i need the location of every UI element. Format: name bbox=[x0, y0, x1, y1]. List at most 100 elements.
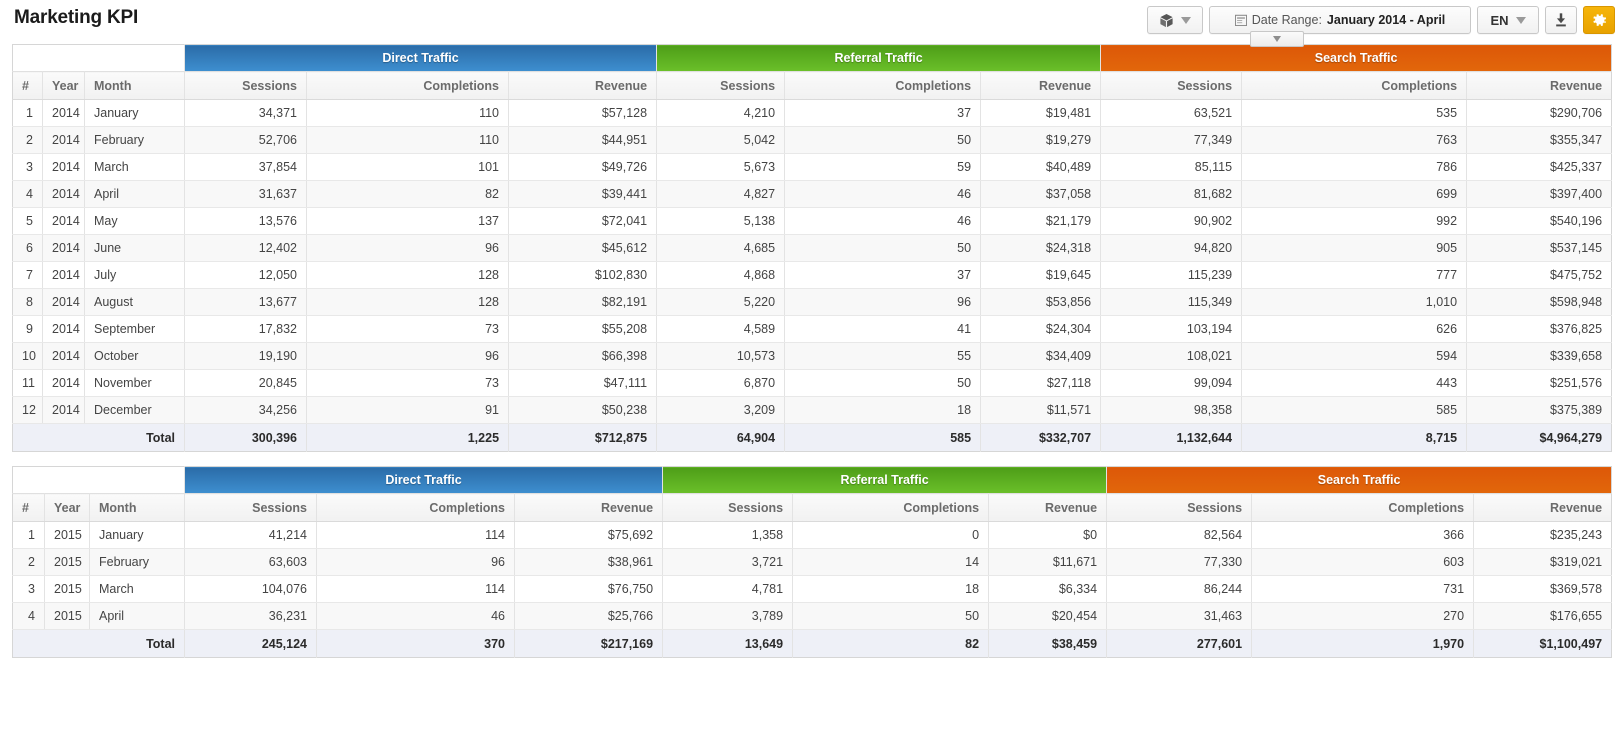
table-row[interactable]: 52014May13,576137$72,0415,13846$21,17990… bbox=[13, 208, 1612, 235]
cell-search-revenue: $540,196 bbox=[1467, 208, 1612, 235]
cell-direct-revenue: $72,041 bbox=[509, 208, 657, 235]
column-header-row: # Year Month Sessions Completions Revenu… bbox=[13, 72, 1612, 100]
date-range-button[interactable]: Date Range: January 2014 - April bbox=[1209, 6, 1471, 34]
table-row[interactable]: 72014July12,050128$102,8304,86837$19,645… bbox=[13, 262, 1612, 289]
kpi-table-2014: Direct Traffic Referral Traffic Search T… bbox=[12, 44, 1612, 452]
col-direct-sessions[interactable]: Sessions bbox=[185, 72, 307, 100]
export-menu-button[interactable] bbox=[1147, 6, 1203, 34]
table-row[interactable]: 102014October19,19096$66,39810,57355$34,… bbox=[13, 343, 1612, 370]
cell-month: October bbox=[85, 343, 185, 370]
col-referral-sessions[interactable]: Sessions bbox=[663, 494, 793, 522]
cell-index: 1 bbox=[13, 100, 43, 127]
table-row[interactable]: 112014November20,84573$47,1116,87050$27,… bbox=[13, 370, 1612, 397]
cell-search-completions: 731 bbox=[1252, 576, 1474, 603]
col-referral-completions[interactable]: Completions bbox=[793, 494, 989, 522]
cell-search-revenue: $475,752 bbox=[1467, 262, 1612, 289]
col-year[interactable]: Year bbox=[45, 494, 90, 522]
col-search-revenue[interactable]: Revenue bbox=[1474, 494, 1612, 522]
cell-direct-revenue: $47,111 bbox=[509, 370, 657, 397]
col-month[interactable]: Month bbox=[85, 72, 185, 100]
cell-direct-sessions: 20,845 bbox=[185, 370, 307, 397]
cell-search-revenue: $598,948 bbox=[1467, 289, 1612, 316]
cell-search-sessions: 90,902 bbox=[1101, 208, 1242, 235]
cell-direct-sessions: 17,832 bbox=[185, 316, 307, 343]
col-direct-revenue[interactable]: Revenue bbox=[515, 494, 663, 522]
col-search-completions[interactable]: Completions bbox=[1242, 72, 1467, 100]
cell-search-completions: 1,010 bbox=[1242, 289, 1467, 316]
group-header-direct: Direct Traffic bbox=[185, 45, 657, 72]
cell-year: 2014 bbox=[43, 316, 85, 343]
col-month[interactable]: Month bbox=[90, 494, 185, 522]
col-index[interactable]: # bbox=[13, 72, 43, 100]
cell-month: January bbox=[85, 100, 185, 127]
cell-direct-completions: 46 bbox=[317, 603, 515, 630]
settings-button[interactable] bbox=[1583, 6, 1615, 34]
cell-referral-sessions: 4,827 bbox=[657, 181, 785, 208]
table-row[interactable]: 42015April36,23146$25,7663,78950$20,4543… bbox=[13, 603, 1612, 630]
col-year[interactable]: Year bbox=[43, 72, 85, 100]
total-referral-sessions: 64,904 bbox=[657, 424, 785, 452]
table-row[interactable]: 22015February63,60396$38,9613,72114$11,6… bbox=[13, 549, 1612, 576]
table-row[interactable]: 32014March37,854101$49,7265,67359$40,489… bbox=[13, 154, 1612, 181]
cell-referral-revenue: $27,118 bbox=[981, 370, 1101, 397]
language-select[interactable]: EN bbox=[1477, 6, 1539, 34]
cell-referral-completions: 50 bbox=[785, 127, 981, 154]
cell-month: November bbox=[85, 370, 185, 397]
group-header-search: Search Traffic bbox=[1107, 467, 1612, 494]
col-referral-completions[interactable]: Completions bbox=[785, 72, 981, 100]
table-row[interactable]: 82014August13,677128$82,1915,22096$53,85… bbox=[13, 289, 1612, 316]
cell-direct-sessions: 63,603 bbox=[185, 549, 317, 576]
table-row[interactable]: 22014February52,706110$44,9515,04250$19,… bbox=[13, 127, 1612, 154]
table-row[interactable]: 62014June12,40296$45,6124,68550$24,31894… bbox=[13, 235, 1612, 262]
cell-referral-revenue: $19,279 bbox=[981, 127, 1101, 154]
group-header-search: Search Traffic bbox=[1101, 45, 1612, 72]
col-direct-completions[interactable]: Completions bbox=[317, 494, 515, 522]
cell-direct-completions: 82 bbox=[307, 181, 509, 208]
cell-direct-revenue: $38,961 bbox=[515, 549, 663, 576]
cell-direct-revenue: $66,398 bbox=[509, 343, 657, 370]
col-index[interactable]: # bbox=[13, 494, 45, 522]
cell-index: 8 bbox=[13, 289, 43, 316]
table-row[interactable]: 32015March104,076114$76,7504,78118$6,334… bbox=[13, 576, 1612, 603]
col-search-completions[interactable]: Completions bbox=[1252, 494, 1474, 522]
total-referral-sessions: 13,649 bbox=[663, 630, 793, 658]
cell-referral-completions: 41 bbox=[785, 316, 981, 343]
total-direct-sessions: 245,124 bbox=[185, 630, 317, 658]
cell-year: 2014 bbox=[43, 154, 85, 181]
cell-referral-completions: 18 bbox=[793, 576, 989, 603]
table-row[interactable]: 92014September17,83273$55,2084,58941$24,… bbox=[13, 316, 1612, 343]
col-direct-sessions[interactable]: Sessions bbox=[185, 494, 317, 522]
cell-referral-sessions: 1,358 bbox=[663, 522, 793, 549]
table-row[interactable]: 122014December34,25691$50,2383,20918$11,… bbox=[13, 397, 1612, 424]
col-referral-revenue[interactable]: Revenue bbox=[989, 494, 1107, 522]
table-row[interactable]: 12015January41,214114$75,6921,3580$082,5… bbox=[13, 522, 1612, 549]
col-search-sessions[interactable]: Sessions bbox=[1101, 72, 1242, 100]
col-referral-sessions[interactable]: Sessions bbox=[657, 72, 785, 100]
col-search-revenue[interactable]: Revenue bbox=[1467, 72, 1612, 100]
download-button[interactable] bbox=[1545, 6, 1577, 34]
col-referral-revenue[interactable]: Revenue bbox=[981, 72, 1101, 100]
total-direct-completions: 370 bbox=[317, 630, 515, 658]
cell-year: 2015 bbox=[45, 522, 90, 549]
col-direct-completions[interactable]: Completions bbox=[307, 72, 509, 100]
table-row[interactable]: 42014April31,63782$39,4414,82746$37,0588… bbox=[13, 181, 1612, 208]
cell-referral-completions: 18 bbox=[785, 397, 981, 424]
cell-referral-sessions: 3,209 bbox=[657, 397, 785, 424]
language-label: EN bbox=[1490, 13, 1508, 28]
cell-referral-revenue: $19,645 bbox=[981, 262, 1101, 289]
cell-index: 3 bbox=[13, 576, 45, 603]
cell-search-revenue: $290,706 bbox=[1467, 100, 1612, 127]
total-search-completions: 8,715 bbox=[1242, 424, 1467, 452]
cell-referral-sessions: 4,781 bbox=[663, 576, 793, 603]
cell-month: February bbox=[85, 127, 185, 154]
cell-month: March bbox=[90, 576, 185, 603]
col-direct-revenue[interactable]: Revenue bbox=[509, 72, 657, 100]
secondary-dropdown[interactable] bbox=[1250, 31, 1304, 47]
table-row[interactable]: 12014January34,371110$57,1284,21037$19,4… bbox=[13, 100, 1612, 127]
cell-direct-revenue: $49,726 bbox=[509, 154, 657, 181]
cell-search-completions: 603 bbox=[1252, 549, 1474, 576]
cell-year: 2014 bbox=[43, 370, 85, 397]
cell-month: March bbox=[85, 154, 185, 181]
col-search-sessions[interactable]: Sessions bbox=[1107, 494, 1252, 522]
cell-direct-completions: 114 bbox=[317, 522, 515, 549]
